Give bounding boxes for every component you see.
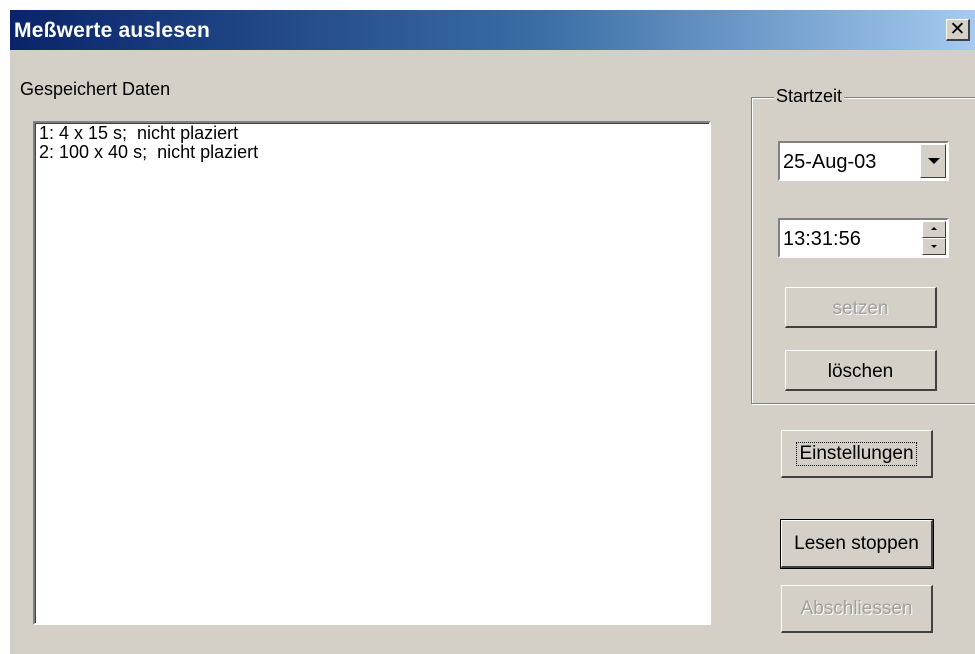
startzeit-groupbox: Startzeit 25-Aug-03 13:31:56 setzen lösc…	[751, 86, 975, 404]
settings-button[interactable]: Einstellungen	[781, 430, 933, 478]
list-label: Gespeichert Daten	[20, 79, 171, 99]
delete-button-label: löschen	[827, 361, 894, 382]
listbox-content: 1: 4 x 15 s; nicht plaziert 2: 100 x 40 s…	[35, 123, 709, 623]
arrow-up-icon	[931, 227, 937, 230]
date-value: 25-Aug-03	[783, 151, 877, 173]
list-item[interactable]: 1: 4 x 15 s; nicht plaziert	[36, 124, 709, 143]
arrow-down-icon	[931, 245, 937, 248]
chevron-down-icon	[928, 158, 940, 164]
time-value: 13:31:56	[783, 228, 861, 250]
finish-button[interactable]: Abschliessen	[781, 585, 933, 633]
list-item[interactable]: 2: 100 x 40 s; nicht plaziert	[36, 143, 709, 162]
close-icon: ✕	[949, 19, 966, 40]
spin-up-button[interactable]	[922, 221, 946, 238]
title-bar[interactable]: Meßwerte auslesen ✕	[10, 10, 975, 50]
dialog-window: Meßwerte auslesen ✕ Gespeichert Daten 1:…	[9, 9, 975, 654]
delete-button[interactable]: löschen	[785, 350, 937, 391]
set-button-label: setzen	[832, 298, 889, 319]
dropdown-button[interactable]	[920, 144, 946, 178]
saved-data-listbox[interactable]: 1: 4 x 15 s; nicht plaziert 2: 100 x 40 s…	[33, 121, 711, 625]
finish-button-label: Abschliessen	[800, 598, 913, 619]
set-button[interactable]: setzen	[785, 287, 937, 328]
settings-button-label: Einstellungen	[796, 442, 917, 466]
date-dropdown[interactable]: 25-Aug-03	[778, 141, 949, 181]
spin-down-button[interactable]	[922, 238, 946, 255]
stop-reading-button[interactable]: Lesen stoppen	[780, 519, 934, 569]
groupbox-title: Startzeit	[774, 86, 845, 107]
stop-reading-button-label: Lesen stoppen	[794, 533, 919, 554]
close-button[interactable]: ✕	[946, 19, 970, 41]
window-title: Meßwerte auslesen	[14, 19, 210, 42]
time-field[interactable]: 13:31:56	[778, 218, 949, 258]
